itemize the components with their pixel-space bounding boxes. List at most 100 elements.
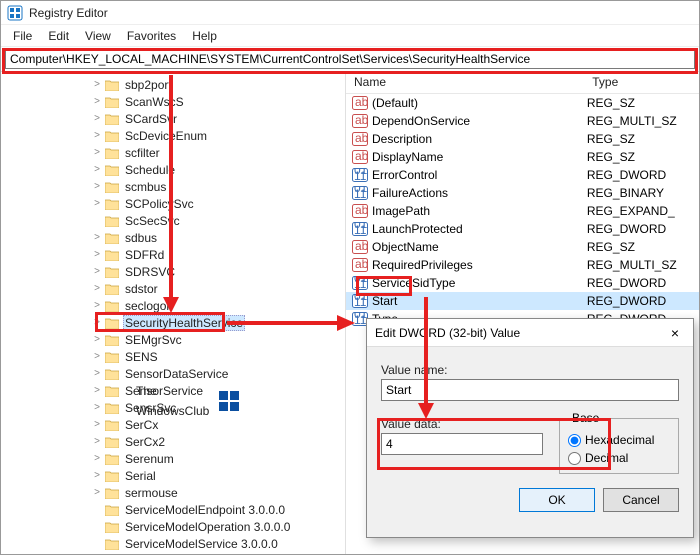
tree-item[interactable]: ServiceModelOperation 3.0.0.0 — [91, 518, 345, 535]
expand-icon[interactable]: > — [91, 79, 103, 90]
tree-item-label: SDFRd — [123, 248, 166, 262]
ok-button[interactable]: OK — [519, 488, 595, 512]
list-row[interactable]: LaunchProtectedREG_DWORD — [346, 220, 699, 238]
tree-item[interactable]: > SDFRd — [91, 246, 345, 263]
expand-icon[interactable]: > — [91, 283, 103, 294]
expand-icon[interactable]: > — [91, 419, 103, 430]
expand-icon[interactable]: > — [91, 96, 103, 107]
cancel-button[interactable]: Cancel — [603, 488, 679, 512]
expand-icon[interactable]: > — [91, 249, 103, 260]
expand-icon[interactable]: > — [91, 198, 103, 209]
list-row[interactable]: ImagePathREG_EXPAND_ — [346, 202, 699, 220]
tree-item[interactable]: >ScDeviceEnum — [91, 127, 345, 144]
tree-item[interactable]: >SerCx2 — [91, 433, 345, 450]
edit-dword-dialog: Edit DWORD (32-bit) Value × Value name: … — [366, 318, 694, 538]
expand-icon[interactable]: > — [91, 130, 103, 141]
tree-item[interactable]: >SENS — [91, 348, 345, 365]
menu-view[interactable]: View — [77, 27, 119, 45]
menu-edit[interactable]: Edit — [40, 27, 77, 45]
folder-icon — [105, 130, 119, 142]
tree-item[interactable]: >seclogon — [91, 297, 345, 314]
expand-icon[interactable]: > — [91, 402, 103, 413]
expand-icon[interactable]: > — [91, 232, 103, 243]
tree-item-label: SecurityHealthService — [123, 315, 245, 331]
tree-item[interactable]: >Schedule — [91, 161, 345, 178]
expand-icon[interactable]: > — [91, 113, 103, 124]
radio-dec[interactable] — [568, 452, 581, 465]
list-row[interactable]: StartREG_DWORD — [346, 292, 699, 310]
tree-item[interactable]: ServiceModelEndpoint 3.0.0.0 — [91, 501, 345, 518]
list-row[interactable]: DisplayNameREG_SZ — [346, 148, 699, 166]
expand-icon[interactable]: > — [91, 300, 103, 311]
menubar: File Edit View Favorites Help — [1, 25, 699, 47]
col-header-name[interactable]: Name — [346, 72, 584, 93]
expand-icon[interactable]: > — [91, 147, 103, 158]
tree-item[interactable]: >Serenum — [91, 450, 345, 467]
value-data-input[interactable] — [381, 433, 543, 455]
tree-item[interactable]: >sbp2port — [91, 76, 345, 93]
tree-item[interactable]: ScSecSvc — [91, 212, 345, 229]
tree-item[interactable]: > SecurityHealthService — [91, 314, 345, 331]
expand-icon[interactable]: > — [91, 470, 103, 481]
tree-item-label: ScanWscS — [123, 95, 186, 109]
expand-icon[interactable]: > — [91, 351, 103, 362]
expand-icon[interactable]: > — [91, 164, 103, 175]
tree-item[interactable]: > ScanWscS — [91, 93, 345, 110]
address-input[interactable] — [5, 49, 695, 69]
radio-hex-row[interactable]: Hexadecimal — [568, 433, 670, 447]
list-row[interactable]: RequiredPrivilegesREG_MULTI_SZ — [346, 256, 699, 274]
list-row[interactable]: DescriptionREG_SZ — [346, 130, 699, 148]
expand-icon[interactable]: > — [91, 436, 103, 447]
value-type: REG_SZ — [587, 150, 699, 164]
string-value-icon — [352, 132, 368, 146]
tree-item[interactable]: > SEMgrSvc — [91, 331, 345, 348]
dialog-close-button[interactable]: × — [665, 325, 685, 341]
string-value-icon — [352, 150, 368, 164]
list-row[interactable]: ServiceSidTypeREG_DWORD — [346, 274, 699, 292]
menu-file[interactable]: File — [5, 27, 40, 45]
expand-icon[interactable]: > — [91, 385, 103, 396]
col-header-type[interactable]: Type — [584, 72, 699, 93]
value-name-input[interactable] — [381, 379, 679, 401]
expand-icon[interactable]: > — [91, 266, 103, 277]
value-type: REG_SZ — [587, 132, 699, 146]
tree-item[interactable]: >scfilter — [91, 144, 345, 161]
folder-icon — [105, 521, 119, 533]
binary-value-icon — [352, 276, 368, 290]
value-name: FailureActions — [372, 186, 587, 200]
list-row[interactable]: ObjectNameREG_SZ — [346, 238, 699, 256]
value-name: ImagePath — [372, 204, 587, 218]
tree-item[interactable]: >SCPolicySvc — [91, 195, 345, 212]
tree-item[interactable]: >SCardSvr — [91, 110, 345, 127]
value-name: Start — [372, 294, 587, 308]
radio-hex[interactable] — [568, 434, 581, 447]
tree-item[interactable]: ServiceModelService 3.0.0.0 — [91, 535, 345, 552]
address-bar — [1, 47, 699, 71]
tree-item[interactable]: >sdbus — [91, 229, 345, 246]
value-name: DependOnService — [372, 114, 587, 128]
expand-icon[interactable]: > — [91, 181, 103, 192]
tree-item[interactable]: >scmbus — [91, 178, 345, 195]
watermark-line1: The — [136, 381, 209, 401]
tree-item-label: SEMgrSvc — [123, 333, 184, 347]
expand-icon[interactable]: > — [91, 368, 103, 379]
tree-pane[interactable]: >sbp2port>ScanWscS>SCardSvr>ScDeviceEnum… — [1, 72, 346, 554]
list-row[interactable]: (Default)REG_SZ — [346, 94, 699, 112]
expand-icon[interactable]: > — [91, 453, 103, 464]
list-row[interactable]: DependOnServiceREG_MULTI_SZ — [346, 112, 699, 130]
tree-item[interactable]: >Serial — [91, 467, 345, 484]
expand-icon[interactable]: > — [91, 334, 103, 345]
base-group: Base Hexadecimal Decimal — [559, 411, 679, 474]
list-row[interactable]: ErrorControlREG_DWORD — [346, 166, 699, 184]
expand-icon[interactable]: > — [91, 487, 103, 498]
value-name: RequiredPrivileges — [372, 258, 587, 272]
list-row[interactable]: FailureActionsREG_BINARY — [346, 184, 699, 202]
tree-item[interactable]: >SensorDataService — [91, 365, 345, 382]
tree-item[interactable]: >SDRSVC — [91, 263, 345, 280]
radio-dec-row[interactable]: Decimal — [568, 451, 670, 465]
menu-help[interactable]: Help — [184, 27, 225, 45]
tree-item[interactable]: >sermouse — [91, 484, 345, 501]
menu-favorites[interactable]: Favorites — [119, 27, 184, 45]
expand-icon[interactable]: > — [91, 317, 103, 328]
tree-item[interactable]: >sdstor — [91, 280, 345, 297]
